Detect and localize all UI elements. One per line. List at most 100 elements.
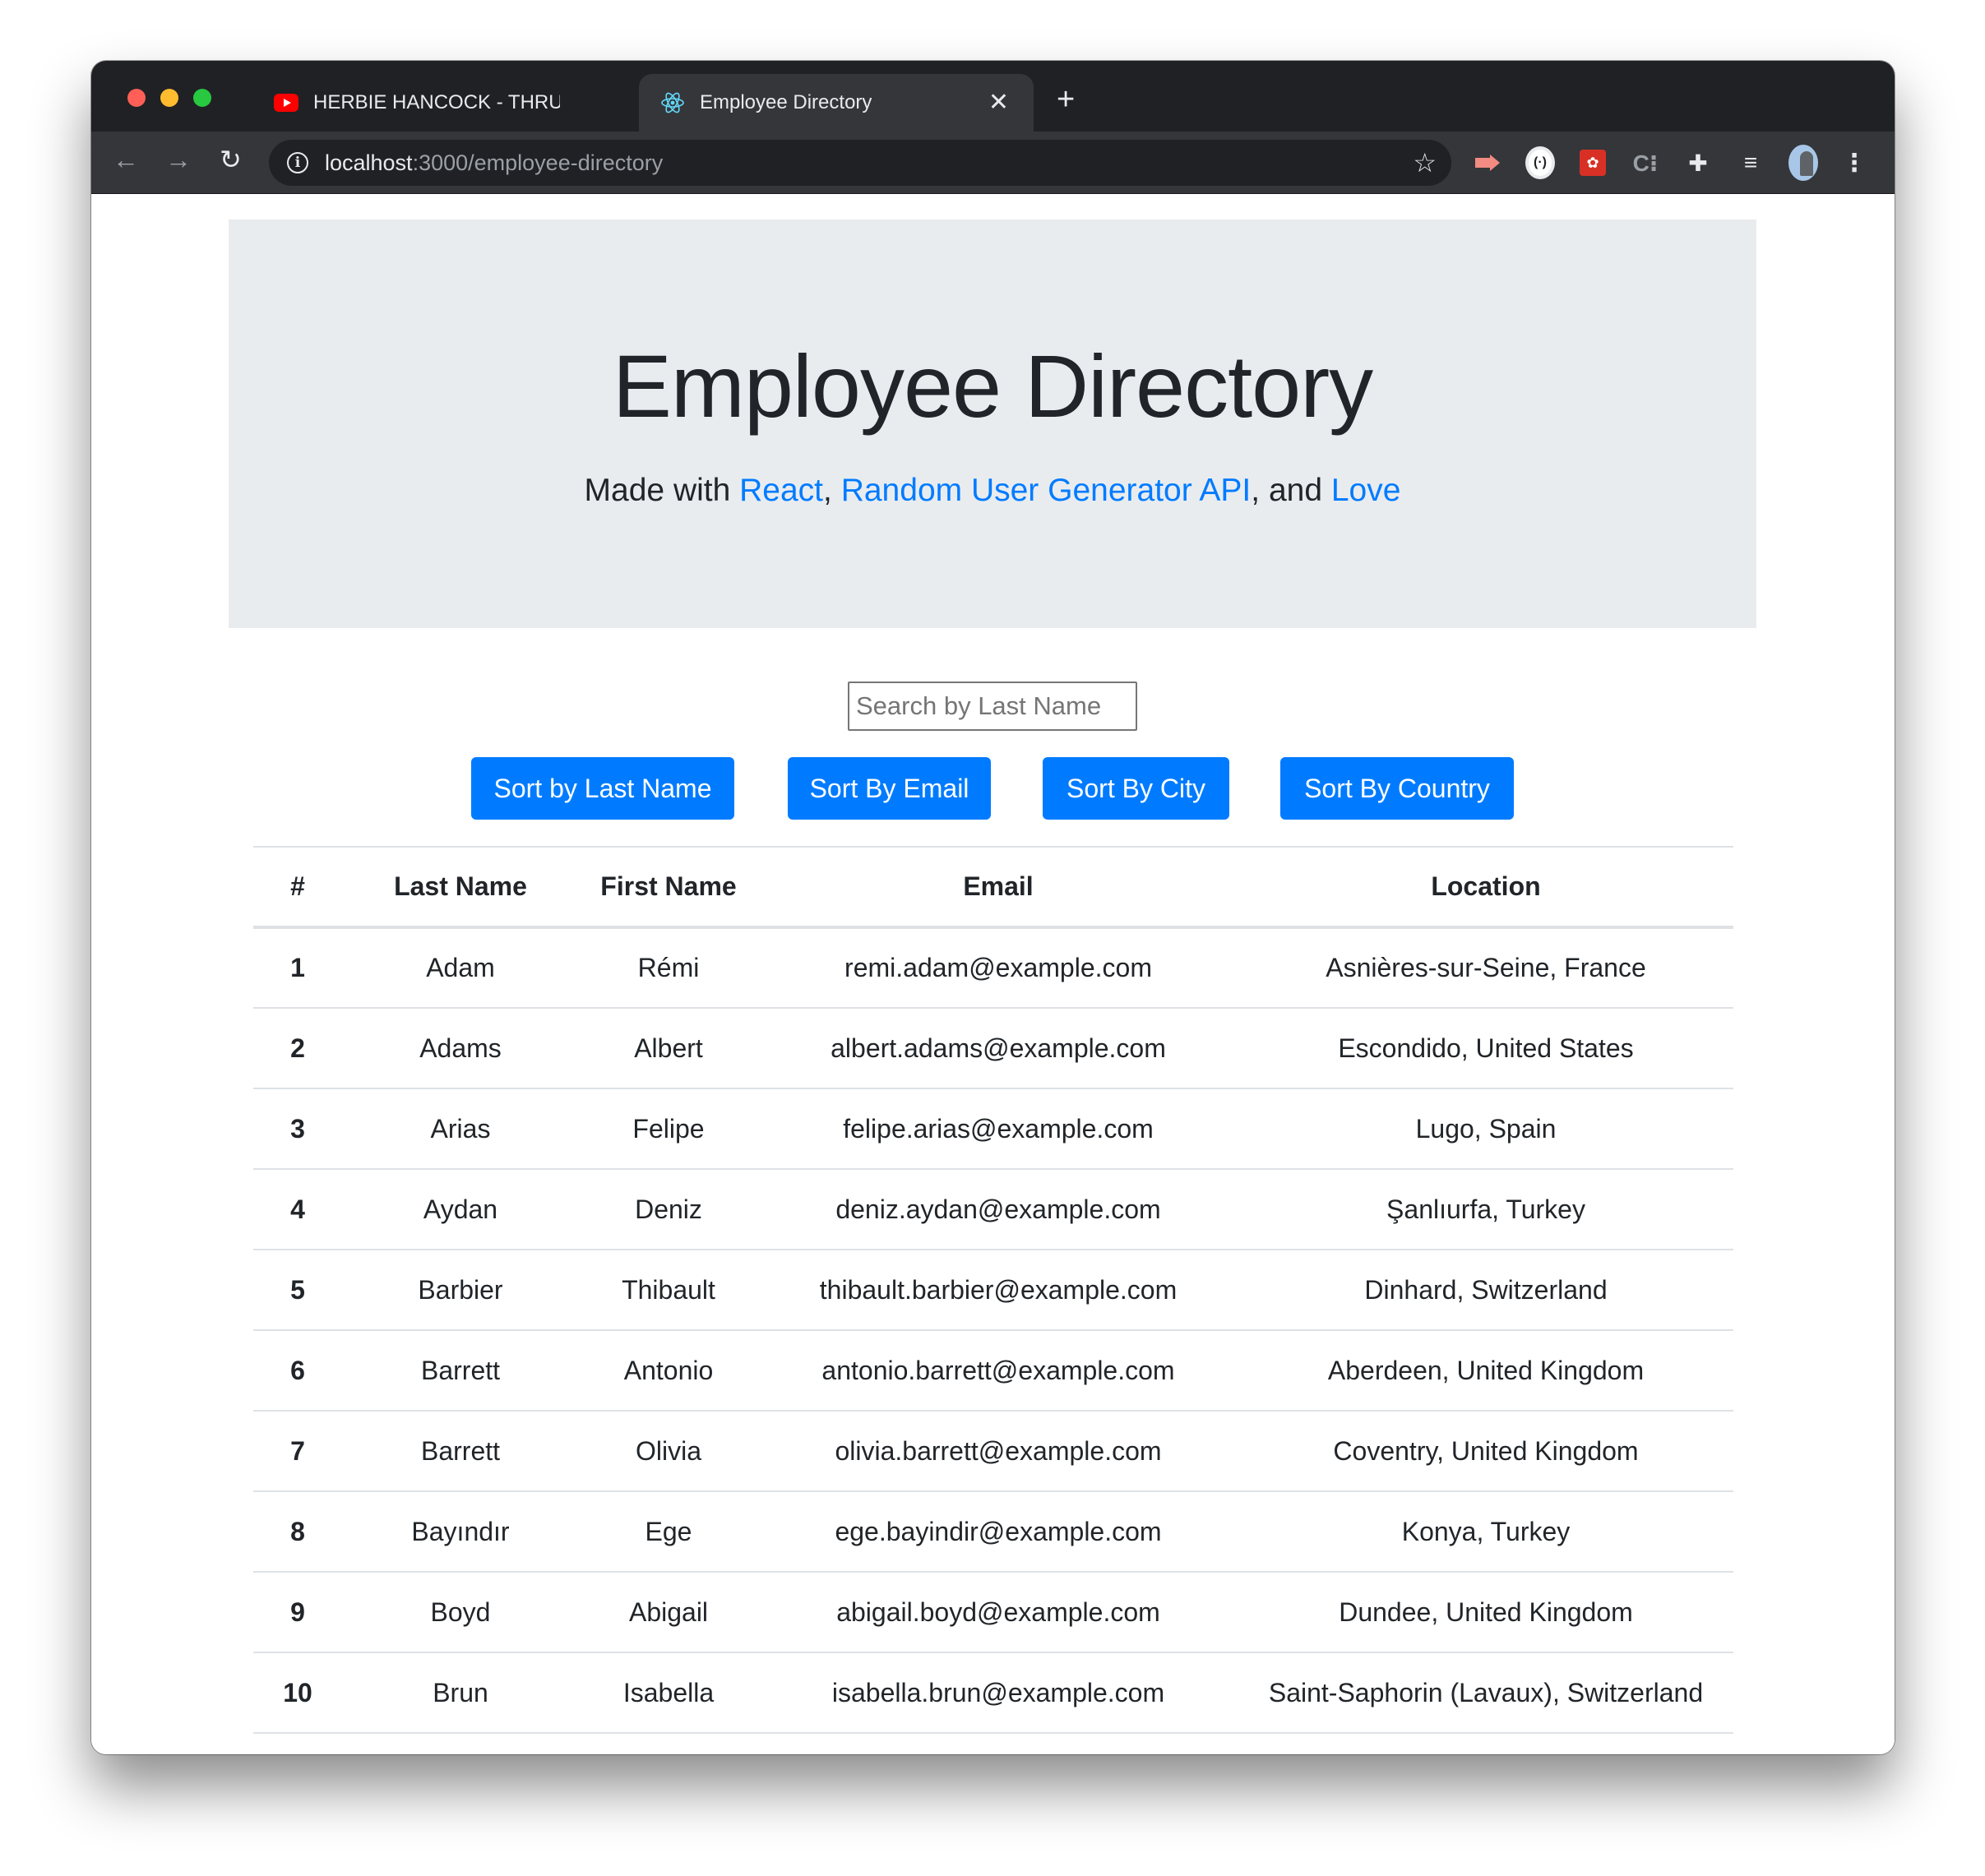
row-first-name: Albert xyxy=(579,1007,758,1088)
back-arrow-icon[interactable]: ← xyxy=(113,146,139,173)
header-location: Location xyxy=(1238,846,1733,929)
table-row: 5 Barbier Thibault thibault.barbier@exam… xyxy=(253,1249,1733,1330)
row-number: 6 xyxy=(253,1329,342,1411)
new-tab-plus-icon[interactable]: + xyxy=(1057,84,1075,115)
media-controls-icon[interactable]: ≡ xyxy=(1736,148,1765,178)
row-first-name: Rémi xyxy=(579,926,758,1008)
table-row: 1 Adam Rémi remi.adam@example.com Asnièr… xyxy=(253,926,1733,1008)
info-icon[interactable]: i xyxy=(287,152,308,173)
url-host: localhost xyxy=(325,150,413,175)
search-input[interactable] xyxy=(848,682,1137,731)
row-email: antonio.barrett@example.com xyxy=(758,1329,1238,1411)
sort-city-button[interactable]: Sort By City xyxy=(1043,757,1229,820)
row-last-name: Adam xyxy=(342,926,579,1008)
row-number: 2 xyxy=(253,1007,342,1088)
table-row: 2 Adams Albert albert.adams@example.com … xyxy=(253,1007,1733,1088)
tab-employee-directory[interactable]: Employee Directory ✕ xyxy=(639,74,1034,132)
sort-email-button[interactable]: Sort By Email xyxy=(788,757,991,820)
profile-avatar[interactable] xyxy=(1788,145,1818,181)
row-last-name: Barrett xyxy=(342,1410,579,1491)
sort-country-button[interactable]: Sort By Country xyxy=(1280,757,1514,820)
minimize-window-button[interactable] xyxy=(160,89,178,107)
row-number: 4 xyxy=(253,1168,342,1250)
close-window-button[interactable] xyxy=(127,89,146,107)
extensions-puzzle-icon[interactable]: ✚ xyxy=(1683,148,1713,178)
table-row: 6 Barrett Antonio antonio.barrett@exampl… xyxy=(253,1329,1733,1411)
react-icon xyxy=(660,92,685,113)
table-row: 10 Brun Isabella isabella.brun@example.c… xyxy=(253,1652,1733,1734)
row-last-name: Bayındır xyxy=(342,1490,579,1572)
table-header-row: # Last Name First Name Email Location xyxy=(253,846,1733,929)
browser-menu-icon[interactable]: ⋮ xyxy=(1839,148,1869,178)
extension-red-icon[interactable]: ✿ xyxy=(1578,148,1608,178)
row-last-name: Arias xyxy=(342,1088,579,1169)
table-row: 4 Aydan Deniz deniz.aydan@example.com Şa… xyxy=(253,1168,1733,1250)
reload-icon[interactable]: ↻ xyxy=(220,146,242,173)
row-number: 5 xyxy=(253,1249,342,1330)
row-email: abigail.boyd@example.com xyxy=(758,1571,1238,1652)
hero-subtitle: Made with React, Random User Generator A… xyxy=(229,473,1756,509)
love-link[interactable]: Love xyxy=(1331,473,1401,508)
header-number: # xyxy=(253,846,342,929)
page-content: Employee Directory Made with React, Rand… xyxy=(91,195,1895,1754)
row-first-name: Ege xyxy=(579,1490,758,1572)
browser-window: HERBIE HANCOCK - THRU 🔈 ✕ Employee Direc… xyxy=(91,61,1895,1754)
tab-title: Employee Directory xyxy=(700,91,872,113)
row-email: isabella.brun@example.com xyxy=(758,1652,1238,1734)
tab-close-icon[interactable]: ✕ xyxy=(988,90,1009,115)
extension-c-icon[interactable]: C⁝ xyxy=(1631,148,1660,178)
row-last-name: Brun xyxy=(342,1652,579,1734)
row-email: ege.bayindir@example.com xyxy=(758,1490,1238,1572)
react-link[interactable]: React xyxy=(739,473,823,508)
row-first-name: Isabella xyxy=(579,1652,758,1734)
separator-text: , xyxy=(823,473,841,508)
random-user-api-link[interactable]: Random User Generator API xyxy=(841,473,1252,508)
row-first-name: Deniz xyxy=(579,1168,758,1250)
row-location: Asnières-sur-Seine, France xyxy=(1238,926,1733,1008)
row-email: olivia.barrett@example.com xyxy=(758,1410,1238,1491)
row-location: Dinhard, Switzerland xyxy=(1238,1249,1733,1330)
bookmark-star-icon[interactable]: ☆ xyxy=(1413,147,1437,178)
row-last-name: Barbier xyxy=(342,1249,579,1330)
header-email: Email xyxy=(758,846,1238,929)
row-number: 9 xyxy=(253,1571,342,1652)
url-text[interactable]: localhost:3000/employee-directory xyxy=(325,150,663,176)
youtube-icon xyxy=(274,94,298,112)
row-email: felipe.arias@example.com xyxy=(758,1088,1238,1169)
row-last-name: Boyd xyxy=(342,1571,579,1652)
address-bar[interactable]: i localhost:3000/employee-directory ☆ xyxy=(269,140,1451,186)
row-first-name: Olivia xyxy=(579,1410,758,1491)
made-with-text: Made with xyxy=(584,473,740,508)
row-location: Coventry, United Kingdom xyxy=(1238,1410,1733,1491)
table-row: 7 Barrett Olivia olivia.barrett@example.… xyxy=(253,1410,1733,1491)
row-number: 3 xyxy=(253,1088,342,1169)
sort-last-name-button[interactable]: Sort by Last Name xyxy=(471,757,734,820)
row-last-name: Adams xyxy=(342,1007,579,1088)
row-last-name: Aydan xyxy=(342,1168,579,1250)
row-last-name: Barrett xyxy=(342,1329,579,1411)
header-last-name: Last Name xyxy=(342,846,579,929)
header-first-name: First Name xyxy=(579,846,758,929)
row-number: 1 xyxy=(253,926,342,1008)
row-email: deniz.aydan@example.com xyxy=(758,1168,1238,1250)
extension-arrow-icon[interactable] xyxy=(1473,148,1502,178)
tab-strip: HERBIE HANCOCK - THRU 🔈 ✕ Employee Direc… xyxy=(91,61,1895,132)
separator-text: , and xyxy=(1251,473,1331,508)
row-email: albert.adams@example.com xyxy=(758,1007,1238,1088)
page-title: Employee Directory xyxy=(612,336,1373,436)
row-first-name: Felipe xyxy=(579,1088,758,1169)
row-location: Escondido, United States xyxy=(1238,1007,1733,1088)
row-first-name: Thibault xyxy=(579,1249,758,1330)
row-number: 7 xyxy=(253,1410,342,1491)
table-row: 3 Arias Felipe felipe.arias@example.com … xyxy=(253,1088,1733,1169)
row-location: Saint-Saphorin (Lavaux), Switzerland xyxy=(1238,1652,1733,1734)
row-location: Lugo, Spain xyxy=(1238,1088,1733,1169)
row-location: Şanlıurfa, Turkey xyxy=(1238,1168,1733,1250)
table-row: 9 Boyd Abigail abigail.boyd@example.com … xyxy=(253,1571,1733,1652)
extension-circle-icon[interactable]: (·) xyxy=(1525,146,1555,179)
forward-arrow-icon[interactable]: → xyxy=(165,146,192,173)
row-number: 10 xyxy=(253,1652,342,1734)
row-first-name: Antonio xyxy=(579,1329,758,1411)
row-first-name: Abigail xyxy=(579,1571,758,1652)
maximize-window-button[interactable] xyxy=(193,89,211,107)
